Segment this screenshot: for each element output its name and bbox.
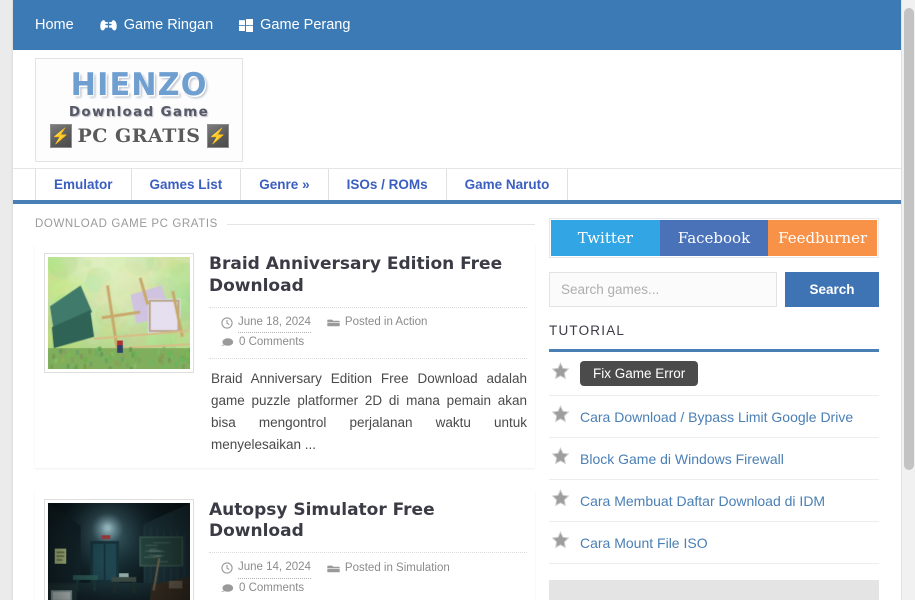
article-comments[interactable]: 0 Comments — [221, 333, 304, 353]
article-meta: June 18, 2024 Posted in Action 0 Comment… — [209, 307, 527, 359]
clock-icon — [221, 562, 233, 574]
list-item: Cara Membuat Daftar Download di IDM — [549, 480, 879, 522]
bolt-icon-left: ⚡ — [50, 124, 72, 148]
search-form: Search — [549, 272, 879, 307]
logo-tagline: PC GRATIS — [78, 125, 201, 147]
star-icon — [551, 447, 570, 470]
folder-icon — [327, 563, 340, 574]
subnav-item-emulator[interactable]: Emulator — [35, 169, 132, 200]
comment-icon — [221, 583, 234, 594]
clock-icon — [221, 317, 233, 329]
article-item: Braid Anniversary Edition Free Download — [35, 244, 535, 468]
article-date-label: June 14, 2024 — [238, 558, 311, 579]
page-scrollbar-thumb[interactable] — [904, 8, 914, 470]
topnav-item-game-ringan[interactable]: Game Ringan — [100, 18, 213, 33]
logo-wordmark: HIENZO — [71, 70, 208, 103]
star-icon — [551, 405, 570, 428]
article-body: Autopsy Simulator Free Download June 14,… — [209, 500, 527, 600]
logo-band: HIENZO Download Game ⚡ PC GRATIS ⚡ — [13, 50, 901, 168]
list-item: Fix Game Error — [549, 352, 879, 396]
article-meta-row-2: 0 Comments — [221, 333, 527, 353]
page-scrollbar-track[interactable] — [901, 0, 915, 600]
braid-thumbnail[interactable] — [45, 254, 193, 372]
article-meta-row-2: 0 Comments — [221, 579, 527, 599]
content-columns: DOWNLOAD GAME PC GRATIS Braid Anniversar… — [13, 204, 901, 600]
list-item: Cara Download / Bypass Limit Google Driv… — [549, 396, 879, 438]
logo-tagline-row: ⚡ PC GRATIS ⚡ — [50, 124, 229, 148]
search-button[interactable]: Search — [785, 272, 879, 307]
article-category[interactable]: Posted in Simulation — [327, 559, 450, 579]
autopsy-thumbnail[interactable] — [45, 500, 193, 600]
article-date[interactable]: June 18, 2024 — [221, 313, 311, 334]
sidebar: Twitter Facebook Feedburner Search TUTOR… — [549, 218, 879, 600]
social-buttons: Twitter Facebook Feedburner — [549, 218, 879, 258]
article-category-label: Posted in Action — [345, 313, 427, 333]
list-item: Block Game di Windows Firewall — [549, 438, 879, 480]
tutorial-widget-title: TUTORIAL — [549, 323, 879, 352]
topnav-item-home[interactable]: Home — [35, 18, 74, 33]
ad-placeholder — [549, 580, 879, 600]
page-root: Home Game Ringan Game Perang HIENZO Down… — [0, 0, 901, 600]
subnav-item-game-naruto[interactable]: Game Naruto — [447, 169, 569, 200]
article-comments-label: 0 Comments — [239, 333, 304, 353]
topnav-item-game-perang[interactable]: Game Perang — [239, 18, 350, 33]
subnav-item-genre[interactable]: Genre » — [241, 169, 328, 200]
article-meta-row-1: June 18, 2024 Posted in Action — [221, 313, 527, 334]
topnav-label-game-ringan: Game Ringan — [124, 18, 213, 33]
windows-icon — [239, 19, 253, 32]
article-comments[interactable]: 0 Comments — [221, 579, 304, 599]
tutorial-link-windows-firewall[interactable]: Block Game di Windows Firewall — [580, 451, 784, 467]
logo-subtitle: Download Game — [69, 104, 209, 120]
article-category-label: Posted in Simulation — [345, 559, 450, 579]
tutorial-link-mount-iso[interactable]: Cara Mount File ISO — [580, 535, 708, 551]
article-meta: June 14, 2024 Posted in Simulation 0 Com… — [209, 552, 527, 600]
article-title-link[interactable]: Autopsy Simulator Free Download — [209, 500, 527, 544]
article-meta-row-1: June 14, 2024 Posted in Simulation — [221, 558, 527, 579]
breadcrumb: DOWNLOAD GAME PC GRATIS — [35, 218, 535, 230]
article-body: Braid Anniversary Edition Free Download — [209, 254, 527, 456]
social-button-twitter[interactable]: Twitter — [551, 220, 660, 256]
tutorial-list: Fix Game Error Cara Download / Bypass Li… — [549, 352, 879, 564]
comment-icon — [221, 337, 234, 348]
star-icon — [551, 531, 570, 554]
article-category[interactable]: Posted in Action — [327, 313, 427, 333]
article-title-link[interactable]: Braid Anniversary Edition Free Download — [209, 254, 527, 298]
gamepad-icon — [100, 19, 117, 32]
secondary-navbar: Emulator Games List Genre » ISOs / ROMs … — [13, 168, 901, 204]
subnav-item-isos-roms[interactable]: ISOs / ROMs — [329, 169, 447, 200]
site-shell: Home Game Ringan Game Perang HIENZO Down… — [13, 0, 901, 600]
bolt-icon-right: ⚡ — [207, 124, 229, 148]
breadcrumb-label: DOWNLOAD GAME PC GRATIS — [35, 218, 218, 230]
article-date-label: June 18, 2024 — [238, 313, 311, 334]
primary-navbar: Home Game Ringan Game Perang — [13, 0, 901, 50]
list-item: Cara Mount File ISO — [549, 522, 879, 564]
social-button-facebook[interactable]: Facebook — [660, 220, 769, 256]
topnav-label-game-perang: Game Perang — [260, 18, 350, 33]
tutorial-link-idm[interactable]: Cara Membuat Daftar Download di IDM — [580, 493, 825, 509]
article-comments-label: 0 Comments — [239, 579, 304, 599]
main-column: DOWNLOAD GAME PC GRATIS Braid Anniversar… — [35, 218, 535, 600]
tutorial-link-google-drive[interactable]: Cara Download / Bypass Limit Google Driv… — [580, 409, 853, 425]
topnav-label-home: Home — [35, 18, 74, 33]
star-icon — [551, 489, 570, 512]
folder-icon — [327, 317, 340, 328]
breadcrumb-rule — [227, 224, 535, 225]
site-logo[interactable]: HIENZO Download Game ⚡ PC GRATIS ⚡ — [35, 58, 243, 162]
article-excerpt: Braid Anniversary Edition Free Download … — [209, 368, 527, 456]
article-item: Autopsy Simulator Free Download June 14,… — [35, 490, 535, 600]
tutorial-badge-fix-game-error[interactable]: Fix Game Error — [580, 361, 698, 386]
star-icon — [551, 362, 570, 385]
search-input[interactable] — [549, 272, 777, 307]
article-date[interactable]: June 14, 2024 — [221, 558, 311, 579]
subnav-item-games-list[interactable]: Games List — [132, 169, 242, 200]
social-button-feedburner[interactable]: Feedburner — [768, 220, 877, 256]
